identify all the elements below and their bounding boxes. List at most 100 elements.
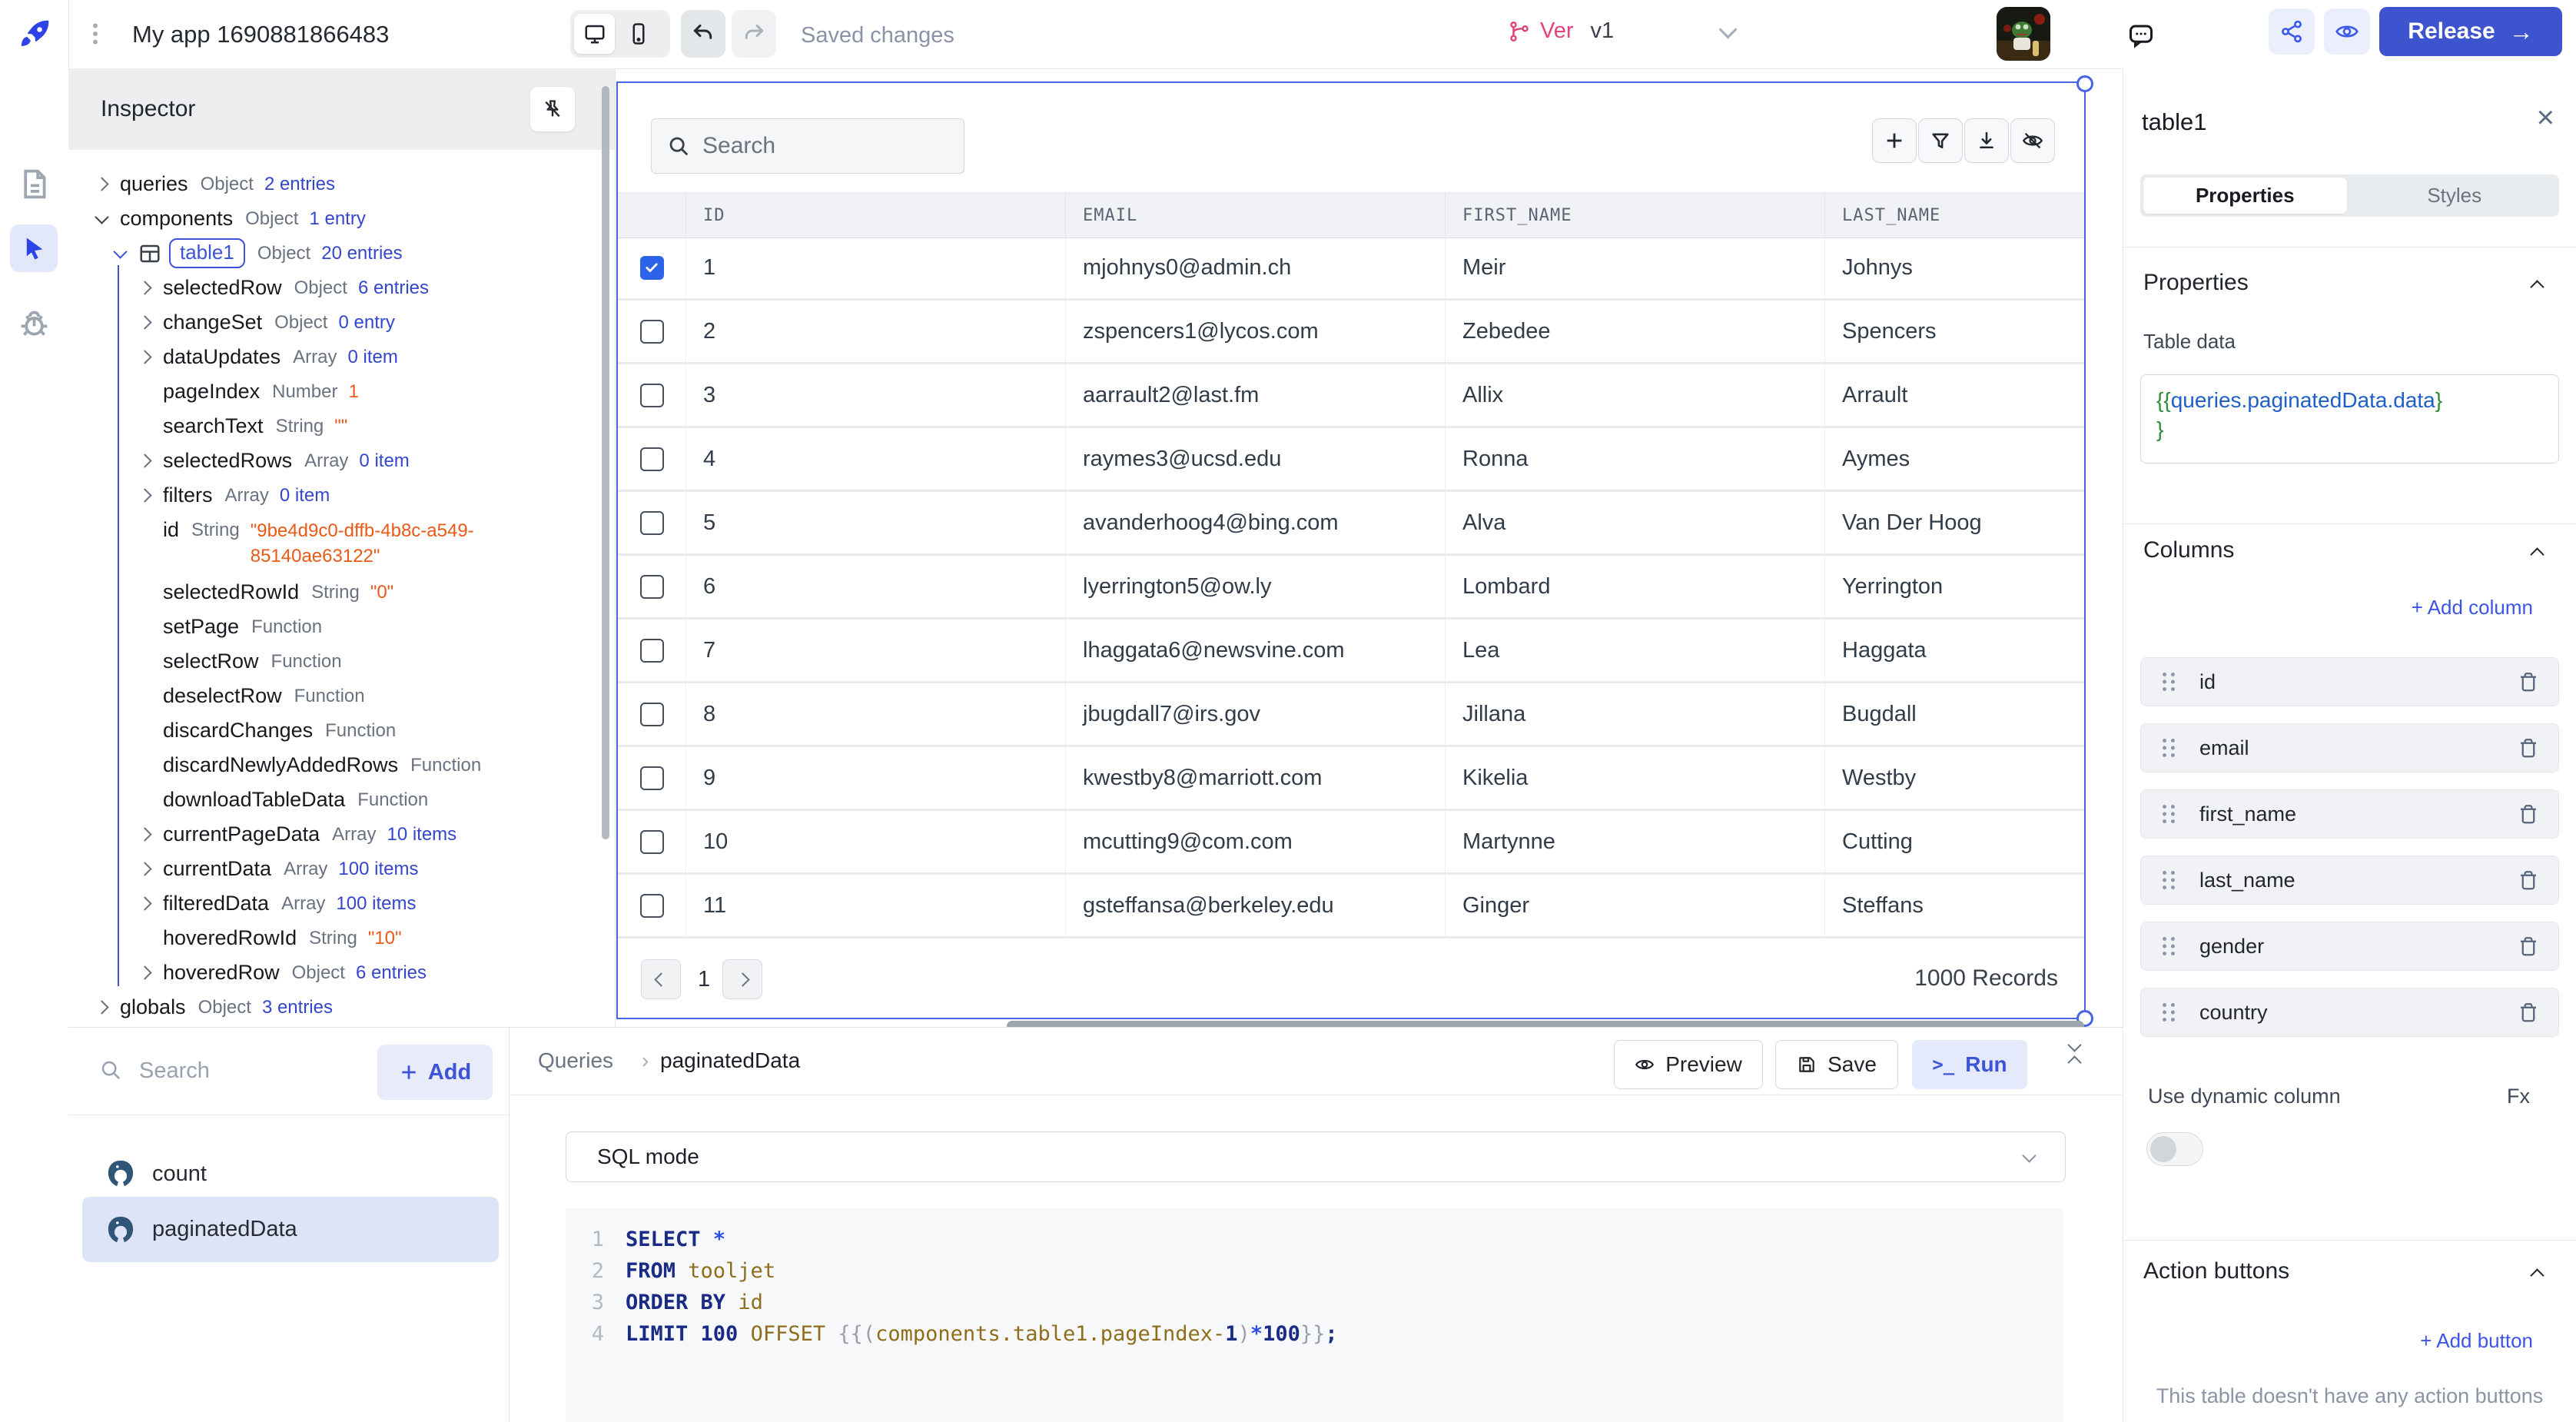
chevron-right-icon[interactable]	[140, 456, 163, 466]
tree-row[interactable]: discardChangesFunction	[68, 713, 615, 748]
column-item[interactable]: gender	[2140, 922, 2559, 971]
chevron-right-icon[interactable]	[140, 317, 163, 327]
preview-app-button[interactable]	[2324, 8, 2370, 55]
tree-row[interactable]: hoveredRowObject6 entries	[68, 955, 615, 990]
column-item[interactable]: country	[2140, 988, 2559, 1037]
mobile-toggle-button[interactable]	[618, 14, 659, 54]
app-title[interactable]: My app 1690881866483	[132, 21, 389, 48]
undo-button[interactable]	[681, 10, 725, 58]
row-checkbox[interactable]	[640, 511, 664, 535]
chevron-down-icon[interactable]	[97, 215, 120, 222]
unpin-button[interactable]	[530, 87, 575, 131]
chevron-right-icon[interactable]	[140, 283, 163, 293]
query-search[interactable]: Search Add	[68, 1028, 509, 1115]
tree-row[interactable]: searchTextString""	[68, 409, 615, 444]
row-checkbox[interactable]	[640, 256, 664, 280]
row-checkbox[interactable]	[640, 575, 664, 599]
row-checkbox[interactable]	[640, 639, 664, 663]
delete-column-icon[interactable]	[2517, 935, 2540, 958]
chevron-down-icon[interactable]	[115, 250, 138, 257]
table-row[interactable]: 2zspencers1@lycos.comZebedeeSpencers	[618, 301, 2084, 364]
version-selector[interactable]: Ver v1	[1508, 18, 1614, 44]
tree-row[interactable]: idString"9be4d9c0-dffb-4b8c-a549-85140ae…	[68, 513, 615, 575]
row-checkbox[interactable]	[640, 703, 664, 726]
tree-row[interactable]: componentsObject1 entry	[68, 201, 615, 236]
filter-button[interactable]	[1918, 118, 1963, 163]
tree-row[interactable]: pageIndexNumber1	[68, 374, 615, 409]
tree-row[interactable]: hoveredRowIdString"10"	[68, 921, 615, 955]
tree-row[interactable]: selectedRowObject6 entries	[68, 271, 615, 305]
resize-handle-top-right[interactable]	[2076, 75, 2093, 92]
app-logo[interactable]	[0, 0, 69, 68]
tree-row[interactable]: queriesObject2 entries	[68, 167, 615, 201]
pages-button[interactable]	[17, 167, 51, 201]
chevron-right-icon[interactable]	[140, 490, 163, 500]
redo-button[interactable]	[732, 10, 776, 58]
chevron-right-icon[interactable]	[140, 352, 163, 362]
table-row[interactable]: 7lhaggata6@newsvine.comLeaHaggata	[618, 620, 2084, 683]
chevron-right-icon[interactable]	[140, 968, 163, 978]
chevron-right-icon[interactable]	[140, 829, 163, 839]
row-checkbox[interactable]	[640, 384, 664, 407]
share-button[interactable]	[2269, 8, 2315, 55]
inspector-button[interactable]	[10, 224, 58, 272]
release-button[interactable]: Release →	[2379, 7, 2562, 56]
debugger-button[interactable]	[17, 307, 51, 341]
column-item[interactable]: email	[2140, 723, 2559, 772]
version-chevron-down-icon[interactable]	[1721, 26, 1734, 40]
table-row[interactable]: 6lyerrington5@ow.lyLombardYerrington	[618, 556, 2084, 620]
row-checkbox[interactable]	[640, 447, 664, 471]
collapse-actions-chevron-up-icon[interactable]	[2532, 1266, 2542, 1284]
sql-mode-select[interactable]: SQL mode	[566, 1131, 2066, 1182]
delete-column-icon[interactable]	[2517, 869, 2540, 892]
close-icon[interactable]: ×	[2537, 102, 2554, 133]
table-data-input[interactable]: {{queries.paginatedData.data} }	[2140, 374, 2559, 463]
column-header[interactable]: EMAIL	[1065, 193, 1445, 238]
collapse-properties-chevron-up-icon[interactable]	[2532, 277, 2542, 296]
column-header[interactable]: ID	[685, 193, 1065, 238]
next-page-button[interactable]	[722, 959, 762, 999]
tree-row[interactable]: downloadTableDataFunction	[68, 782, 615, 817]
widget-name[interactable]: table1	[2142, 108, 2206, 136]
row-checkbox[interactable]	[640, 894, 664, 918]
tree-row[interactable]: setPageFunction	[68, 610, 615, 644]
row-checkbox[interactable]	[640, 766, 664, 790]
table-row[interactable]: 1mjohnys0@admin.chMeirJohnys	[618, 237, 2084, 301]
run-query-button[interactable]: >_ Run	[1912, 1040, 2027, 1089]
breadcrumb-query-name[interactable]: paginatedData	[660, 1048, 800, 1073]
add-row-button[interactable]	[1872, 118, 1917, 163]
table-row[interactable]: 4raymes3@ucsd.eduRonnaAymes	[618, 428, 2084, 492]
desktop-toggle-button[interactable]	[574, 14, 615, 54]
add-query-button[interactable]: Add	[377, 1045, 493, 1100]
save-query-button[interactable]: Save	[1775, 1040, 1898, 1089]
sql-code-editor[interactable]: 1SELECT *2FROM tooljet3ORDER BY id4LIMIT…	[566, 1208, 2063, 1422]
table-row[interactable]: 5avanderhoog4@bing.comAlvaVan Der Hoog	[618, 492, 2084, 556]
delete-column-icon[interactable]	[2517, 670, 2540, 693]
chevron-right-icon[interactable]	[140, 899, 163, 909]
dynamic-column-toggle[interactable]	[2146, 1132, 2203, 1166]
preview-button[interactable]: Preview	[1614, 1040, 1763, 1089]
hide-columns-button[interactable]	[2010, 118, 2055, 163]
table1-widget[interactable]: Search IDEMAILFIRST_NAMELAST_NAME 1mjohn…	[616, 81, 2086, 1019]
prev-page-button[interactable]	[641, 959, 681, 999]
row-checkbox[interactable]	[640, 320, 664, 344]
table-row[interactable]: 3aarrault2@last.fmAllixArrault	[618, 364, 2084, 428]
chevron-right-icon[interactable]	[97, 179, 120, 189]
tree-row[interactable]: dataUpdatesArray0 item	[68, 340, 615, 374]
chevron-right-icon[interactable]	[140, 864, 163, 874]
tree-row[interactable]: globalsObject3 entries	[68, 990, 615, 1025]
download-button[interactable]	[1964, 118, 2009, 163]
tab-properties[interactable]: Properties	[2143, 178, 2347, 214]
row-checkbox[interactable]	[640, 830, 664, 854]
tree-row[interactable]: selectedRowsArray0 item	[68, 444, 615, 478]
table-row[interactable]: 8jbugdall7@irs.govJillanaBugdall	[618, 683, 2084, 747]
query-item[interactable]: count	[82, 1151, 499, 1197]
column-header[interactable]: LAST_NAME	[1824, 193, 2083, 238]
tree-row[interactable]: currentPageDataArray10 items	[68, 817, 615, 852]
tree-row[interactable]: table1Object20 entries	[68, 236, 615, 271]
avatar[interactable]	[1997, 7, 2050, 61]
query-item[interactable]: paginatedData	[82, 1197, 499, 1262]
table-row[interactable]: 10mcutting9@com.comMartynneCutting	[618, 811, 2084, 875]
delete-column-icon[interactable]	[2517, 802, 2540, 826]
tree-row[interactable]: currentDataArray100 items	[68, 852, 615, 886]
